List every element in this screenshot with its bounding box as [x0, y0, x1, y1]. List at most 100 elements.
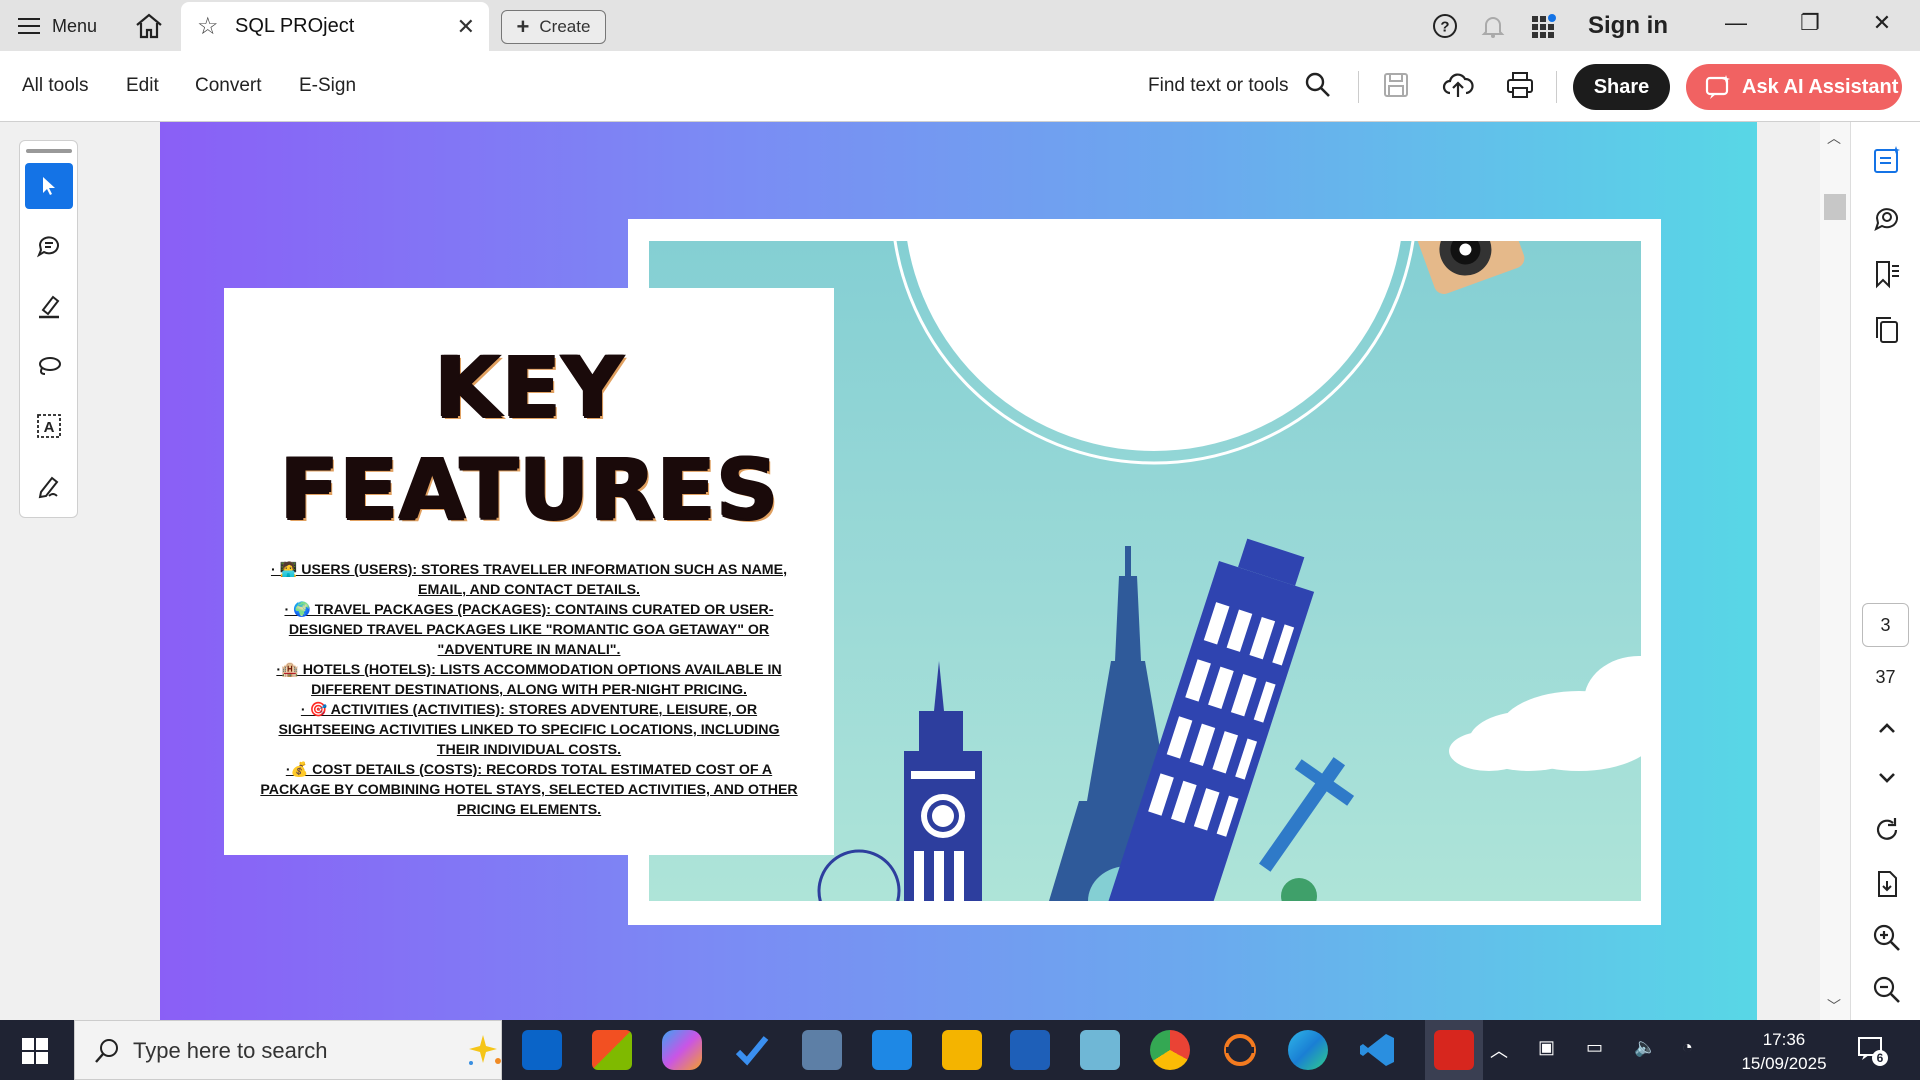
feature-item-costs: ·💰 COST DETAILS (COSTS): RECORDS TOTAL E…: [260, 762, 798, 818]
tab-bar: Menu ☆ SQL PROject ✕ + Create ? Sign in …: [0, 0, 1920, 51]
star-icon[interactable]: ☆: [197, 12, 225, 41]
notifications-button[interactable]: [1480, 9, 1508, 43]
vertical-scrollbar[interactable]: ︿ ﹀: [1820, 122, 1850, 1020]
clock-date: 15/09/2025: [1741, 1054, 1827, 1073]
share-button[interactable]: Share: [1573, 64, 1670, 110]
current-page-input[interactable]: 3: [1862, 603, 1909, 647]
notification-count: 6: [1872, 1050, 1888, 1066]
help-button[interactable]: ?: [1432, 9, 1460, 43]
cloud-upload-icon[interactable]: [1442, 69, 1474, 101]
search-icon[interactable]: [1302, 69, 1334, 101]
key-features-card: KEY FEATURES · 🧑‍💻 USERS (USERS): STORES…: [224, 288, 834, 855]
word-app-icon[interactable]: [1010, 1030, 1050, 1070]
outlook-app-icon[interactable]: [522, 1030, 562, 1070]
plus-icon: +: [516, 14, 530, 39]
apps-grid-icon: [1532, 14, 1556, 38]
previous-page-icon[interactable]: [1871, 712, 1903, 744]
home-button[interactable]: [134, 12, 164, 40]
find-label: Find text or tools: [1148, 75, 1289, 96]
drag-handle[interactable]: [26, 149, 72, 153]
windows-taskbar: Type here to search ︿ ▣ ▭ 🔈 ◔ 17:36 15/0…: [0, 1020, 1920, 1080]
start-button[interactable]: [22, 1038, 48, 1064]
bookmarks-icon[interactable]: [1871, 258, 1903, 290]
extract-page-icon[interactable]: [1871, 868, 1903, 900]
create-button[interactable]: + Create: [501, 10, 606, 44]
vscode-app-icon[interactable]: [1358, 1030, 1398, 1070]
hamburger-icon: [18, 18, 40, 34]
apps-button[interactable]: [1530, 9, 1558, 43]
sign-tool-button[interactable]: [25, 463, 73, 509]
eclipse-app-icon[interactable]: [1220, 1030, 1260, 1070]
svg-text:A: A: [44, 419, 55, 436]
battery-icon[interactable]: ▭: [1586, 1037, 1603, 1058]
document-tab[interactable]: ☆ SQL PROject ✕: [181, 2, 489, 51]
notepad-app-icon[interactable]: [1080, 1030, 1120, 1070]
save-icon[interactable]: [1380, 69, 1412, 101]
file-explorer-icon[interactable]: [942, 1030, 982, 1070]
edge-app-icon[interactable]: [1288, 1030, 1328, 1070]
sign-in-link[interactable]: Sign in: [1588, 12, 1668, 40]
bell-icon: [1481, 17, 1505, 38]
clock-time: 17:36: [1762, 1030, 1806, 1049]
features-list: · 🧑‍💻 USERS (USERS): STORES TRAVELLER IN…: [258, 560, 800, 820]
taskbar-search-box[interactable]: Type here to search: [74, 1020, 502, 1080]
feature-item-activities: · 🎯 ACTIVITIES (ACTIVITIES): STORES ADVE…: [278, 702, 780, 758]
close-tab-icon[interactable]: ✕: [457, 14, 475, 40]
print-icon[interactable]: [1504, 69, 1536, 101]
ai-assistant-icon: [1705, 75, 1730, 99]
generative-summary-icon[interactable]: [1871, 144, 1903, 176]
heading-line-2: FEATURES: [279, 440, 779, 538]
menu-edit[interactable]: Edit: [126, 75, 159, 97]
acrobat-app-active[interactable]: [1425, 1020, 1483, 1080]
ai-label: Ask AI Assistant: [1742, 75, 1899, 98]
menu-e-sign[interactable]: E-Sign: [299, 75, 356, 97]
copilot-app-icon[interactable]: [662, 1030, 702, 1070]
create-label: Create: [539, 17, 591, 36]
remote-desktop-icon[interactable]: [802, 1030, 842, 1070]
comment-tool-button[interactable]: [25, 223, 73, 269]
todo-app-icon[interactable]: [732, 1030, 772, 1070]
minimize-icon[interactable]: —: [1716, 10, 1756, 36]
show-hidden-icons[interactable]: ︿: [1490, 1037, 1508, 1063]
windows-logo-icon: [22, 1038, 34, 1050]
draw-tool-button[interactable]: [25, 343, 73, 389]
highlight-tool-button[interactable]: [25, 283, 73, 329]
wifi-icon[interactable]: ◔: [1682, 1037, 1693, 1058]
ask-ai-assistant-button[interactable]: Ask AI Assistant: [1686, 64, 1902, 110]
main-toolbar: All tools Edit Convert E-Sign Find text …: [0, 51, 1920, 122]
microsoft-store-icon[interactable]: [592, 1030, 632, 1070]
menu-label: Menu: [52, 15, 98, 36]
scroll-up-icon[interactable]: ︿: [1827, 128, 1841, 148]
tab-title: SQL PROject: [235, 15, 355, 37]
comments-icon[interactable]: [1871, 202, 1903, 234]
rotate-icon[interactable]: [1871, 814, 1903, 846]
page-thumbnails-icon[interactable]: [1871, 314, 1903, 346]
feature-item-users: · 🧑‍💻 USERS (USERS): STORES TRAVELLER IN…: [270, 562, 788, 598]
volume-icon[interactable]: 🔈: [1634, 1037, 1656, 1058]
heading-line-1: KEY: [433, 338, 625, 436]
lasso-icon: [39, 357, 61, 375]
scroll-down-icon[interactable]: ﹀: [1827, 996, 1841, 1016]
chrome-app-icon[interactable]: [1150, 1030, 1190, 1070]
find-text-or-tools[interactable]: Find text or tools: [1148, 75, 1288, 97]
right-rail-panel: 3 37: [1850, 122, 1920, 1020]
mail-app-icon[interactable]: [872, 1030, 912, 1070]
scroll-thumb[interactable]: [1824, 194, 1846, 220]
menu-all-tools[interactable]: All tools: [22, 75, 89, 97]
system-clock[interactable]: 17:36 15/09/2025: [1730, 1028, 1838, 1076]
key-features-heading: KEY FEATURES: [218, 336, 840, 540]
restore-icon[interactable]: ❐: [1790, 10, 1830, 36]
toolbar-divider: [1358, 71, 1359, 103]
close-window-icon[interactable]: ✕: [1862, 10, 1902, 36]
pdf-page: KEY FEATURES · 🧑‍💻 USERS (USERS): STORES…: [160, 122, 1757, 1020]
security-icon[interactable]: ▣: [1538, 1037, 1555, 1058]
next-page-icon[interactable]: [1871, 762, 1903, 794]
menu-convert[interactable]: Convert: [195, 75, 262, 97]
acrobat-app-icon: [1434, 1030, 1474, 1070]
zoom-in-icon[interactable]: [1871, 922, 1903, 954]
menu-button[interactable]: Menu: [18, 12, 97, 40]
select-tool-button[interactable]: [25, 163, 73, 209]
zoom-out-icon[interactable]: [1871, 974, 1903, 1006]
text-tool-button[interactable]: A: [25, 403, 73, 449]
notification-center-button[interactable]: 6: [1856, 1034, 1888, 1066]
